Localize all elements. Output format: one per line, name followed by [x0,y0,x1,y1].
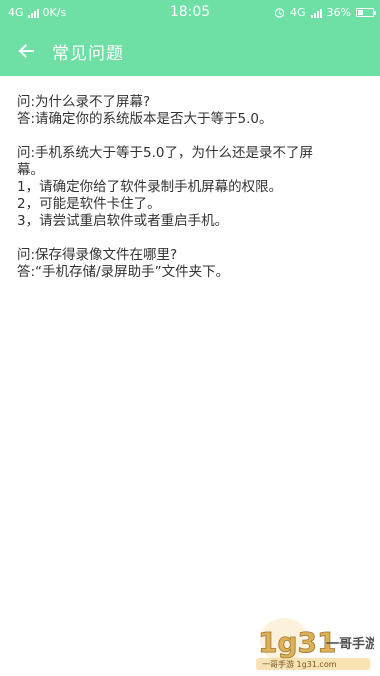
faq-answer-step: 1，请确定你给了软件录制手机屏幕的权限。 [17,179,283,195]
faq-item: 问:保存得录像文件在哪里? 答:“手机存储/录屏助手”文件夹下。 [17,247,365,281]
signal-strength-icon-right [310,8,322,18]
faq-answer: 答:请确定你的系统版本是否大于等于5.0。 [17,111,273,127]
faq-item: 问:手机系统大于等于5.0了，为什么还是录不了屏 幕。 1，请确定你给了软件录制… [17,145,365,230]
watermark-logo: 1g31 一哥手游 一哥手游 1g31.com [256,618,374,670]
watermark-logo-text: 一哥手游 [326,636,374,652]
faq-question-continued: 幕。 [17,162,44,178]
page-title: 常见问题 [52,44,124,64]
status-right: 4G 36% [274,6,376,19]
faq-question: 问:为什么录不了屏幕? [17,94,151,110]
alarm-clock-icon [274,8,285,18]
back-arrow-icon [18,44,34,58]
faq-question: 问:手机系统大于等于5.0了，为什么还是录不了屏 [17,145,314,161]
faq-question: 问:保存得录像文件在哪里? [17,247,178,263]
back-button[interactable] [12,37,40,65]
faq-answer-step: 2，可能是软件卡住了。 [17,196,161,212]
status-bar: 4G 0K/s 18:05 4G 36% [0,0,380,26]
battery-percent: 36% [326,6,351,19]
watermark-logo-number: 1g31 [258,626,337,659]
faq-answer-step: 3，请尝试重启软件或者重启手机。 [17,213,229,229]
watermark-url: 一哥手游 1g31.com [262,659,337,669]
faq-answer: 答:“手机存储/录屏助手”文件夹下。 [17,264,230,280]
screen: 4G 0K/s 18:05 4G 36% 常见问题 问:为什么录不了屏幕? 答:… [0,0,380,676]
battery-level [358,10,363,15]
faq-content: 问:为什么录不了屏幕? 答:请确定你的系统版本是否大于等于5.0。 问:手机系统… [17,94,365,298]
toolbar: 常见问题 [0,26,380,76]
faq-item: 问:为什么录不了屏幕? 答:请确定你的系统版本是否大于等于5.0。 [17,94,365,128]
battery-icon [356,8,376,17]
network-type-right: 4G [290,6,306,19]
